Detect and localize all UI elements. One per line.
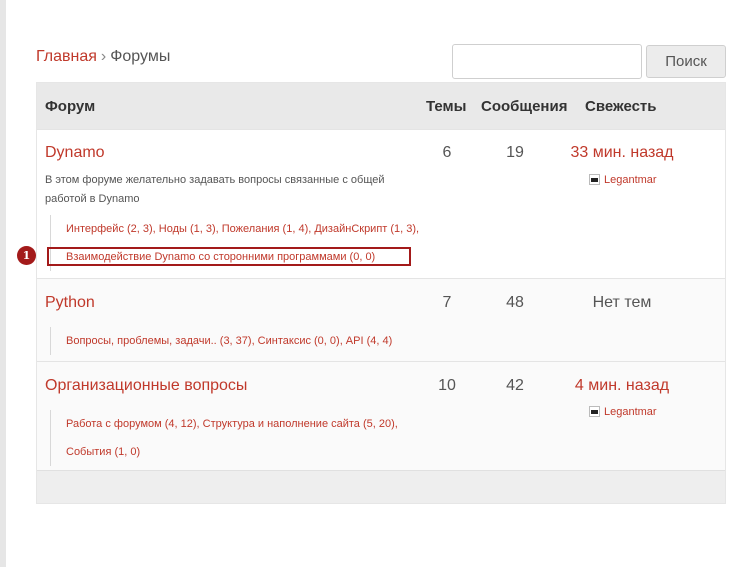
search-button[interactable]: Поиск (646, 45, 726, 78)
forum-title-link[interactable]: Организационные вопросы (45, 377, 247, 395)
topics-count: 10 (438, 377, 456, 394)
table-header: Форум Темы Сообщения Свежесть (37, 83, 725, 129)
forum-row-organizational: Организационные вопросы 10 42 4 мин. наз… (37, 361, 725, 471)
forum-title-link[interactable]: Dynamo (45, 144, 105, 162)
header-topics: Темы (426, 98, 467, 115)
freshness-text: Нет тем (592, 294, 652, 311)
subforum-links[interactable]: События (1, 0) (66, 438, 398, 466)
forums-table: Форум Темы Сообщения Свежесть Dynamo 6 1… (36, 82, 726, 504)
header-posts: Сообщения (481, 98, 568, 115)
breadcrumb-home-link[interactable]: Главная (36, 48, 97, 65)
breadcrumb: Главная › Форумы (36, 48, 170, 66)
last-poster[interactable]: Legantmar (589, 406, 657, 418)
forum-description: В этом форуме желательно задавать вопрос… (45, 174, 385, 205)
header-forum: Форум (45, 98, 96, 115)
subforum-list: Работа с форумом (4, 12), Структура и на… (50, 410, 398, 466)
topics-count: 7 (442, 294, 452, 311)
freshness-link[interactable]: 33 мин. назад (552, 144, 692, 162)
freshness-link[interactable]: 4 мин. назад (552, 377, 692, 395)
header-freshness: Свежесть (585, 98, 657, 115)
posts-count: 42 (506, 377, 524, 394)
user-avatar-icon (589, 174, 600, 185)
subforum-links[interactable]: Интерфейс (2, 3), Ноды (1, 3), Пожелания… (66, 215, 419, 243)
last-poster-name: Legantmar (604, 174, 657, 186)
last-poster[interactable]: Legantmar (589, 174, 657, 186)
topics-count: 6 (442, 144, 452, 161)
subforum-links[interactable]: Вопросы, проблемы, задачи.. (3, 37), Син… (66, 327, 392, 355)
forum-title-link[interactable]: Python (45, 294, 95, 312)
left-edge-bar (0, 0, 6, 567)
search-input[interactable] (452, 44, 642, 79)
posts-count: 19 (506, 144, 524, 161)
breadcrumb-current: Форумы (110, 48, 171, 65)
forum-row-python: Python 7 48 Нет тем Вопросы, проблемы, з… (37, 278, 725, 361)
last-poster-name: Legantmar (604, 406, 657, 418)
posts-count: 48 (506, 294, 524, 311)
annotation-marker: 1 (17, 246, 36, 265)
subforum-list: Вопросы, проблемы, задачи.. (3, 37), Син… (50, 327, 392, 355)
highlight-box (47, 247, 411, 266)
breadcrumb-separator: › (100, 48, 107, 65)
user-avatar-icon (589, 406, 600, 417)
table-footer (37, 470, 725, 503)
subforum-links[interactable]: Работа с форумом (4, 12), Структура и на… (66, 410, 398, 438)
